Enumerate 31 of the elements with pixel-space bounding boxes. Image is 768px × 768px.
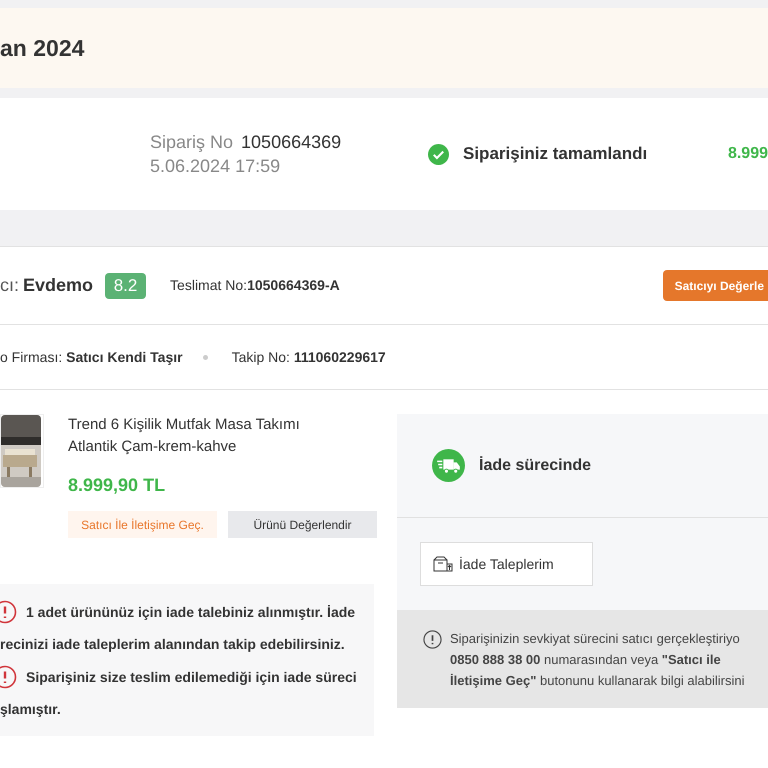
order-number: 1050664369 [241,131,342,154]
seller-name: Evdemo [23,274,94,297]
warning-text: Siparişiniz size teslim edilemediği için iade süreci [26,668,357,687]
delivery-number: Teslimat No:1050664369-A [170,276,340,295]
warning-text: şlamıştır. [0,700,62,719]
info-text: İletişime Geç" butonunu kullanarak bilgi alabilirsini [450,672,745,690]
info-text: 0850 888 38 00 numarasından veya "Satıcı ile [450,651,722,669]
order-label: Sipariş No [150,131,234,154]
product-price: 8.999,90 TL [68,474,166,497]
tracking-number: Takip No: 111060229617 [232,348,386,367]
warning-text: recinizi iade taleplerim alanından takip edebilirsiniz. [0,635,346,654]
order-date: 5.06.2024 17:59 [150,155,282,178]
info-text: Siparişinizin sevkiyat sürecini satıcı gerçekleştiriyo [450,630,741,648]
seller-label: cı: [0,274,20,297]
product-title[interactable]: Trend 6 Kişilik Mutfak Masa Takımı [68,414,377,436]
warning-icon [0,665,17,689]
info-icon [423,630,442,649]
return-requests-button[interactable]: İade Taleplerim [420,542,593,586]
product-title[interactable]: Atlantik Çam-krem-kahve [68,436,377,458]
review-product-button[interactable]: Ürünü Değerlendir [228,511,377,538]
truck-icon [432,449,465,482]
order-total: 8.999 [728,144,768,164]
cargo-company: o Firması: Satıcı Kendi Taşır [0,348,183,367]
check-icon [428,144,449,164]
order-status: Siparişiniz tamamlandı [463,143,648,166]
return-status-label: İade sürecinde [479,455,592,476]
page-title: an 2024 [0,34,84,63]
box-icon [433,556,453,572]
seller-score: 8.2 [105,272,146,298]
warning-text: 1 adet ürününüz için iade talebiniz alınmıştır. İade [26,602,356,622]
warning-icon [0,600,17,624]
